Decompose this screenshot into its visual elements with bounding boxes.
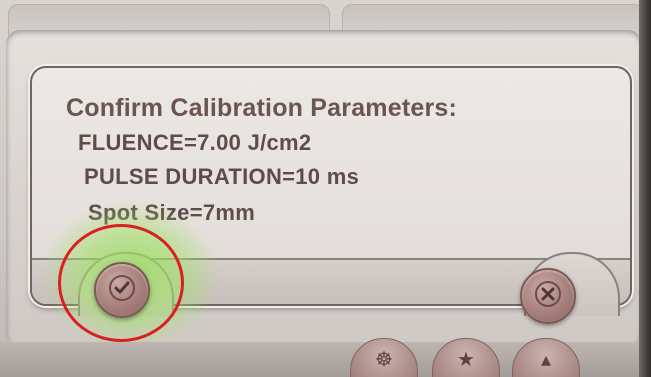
cancel-button[interactable] [520,268,576,324]
device-screen: Confirm Calibration Parameters: FLUENCE=… [0,0,651,377]
close-icon [533,279,563,314]
dialog-title: Confirm Calibration Parameters: [66,94,458,122]
fluence-parameter: FLUENCE=7.00 J/cm2 [78,130,312,155]
pulse-duration-parameter: PULSE DURATION=10 ms [84,164,360,189]
screen-edge [639,0,651,377]
highlight-circle [58,224,184,342]
